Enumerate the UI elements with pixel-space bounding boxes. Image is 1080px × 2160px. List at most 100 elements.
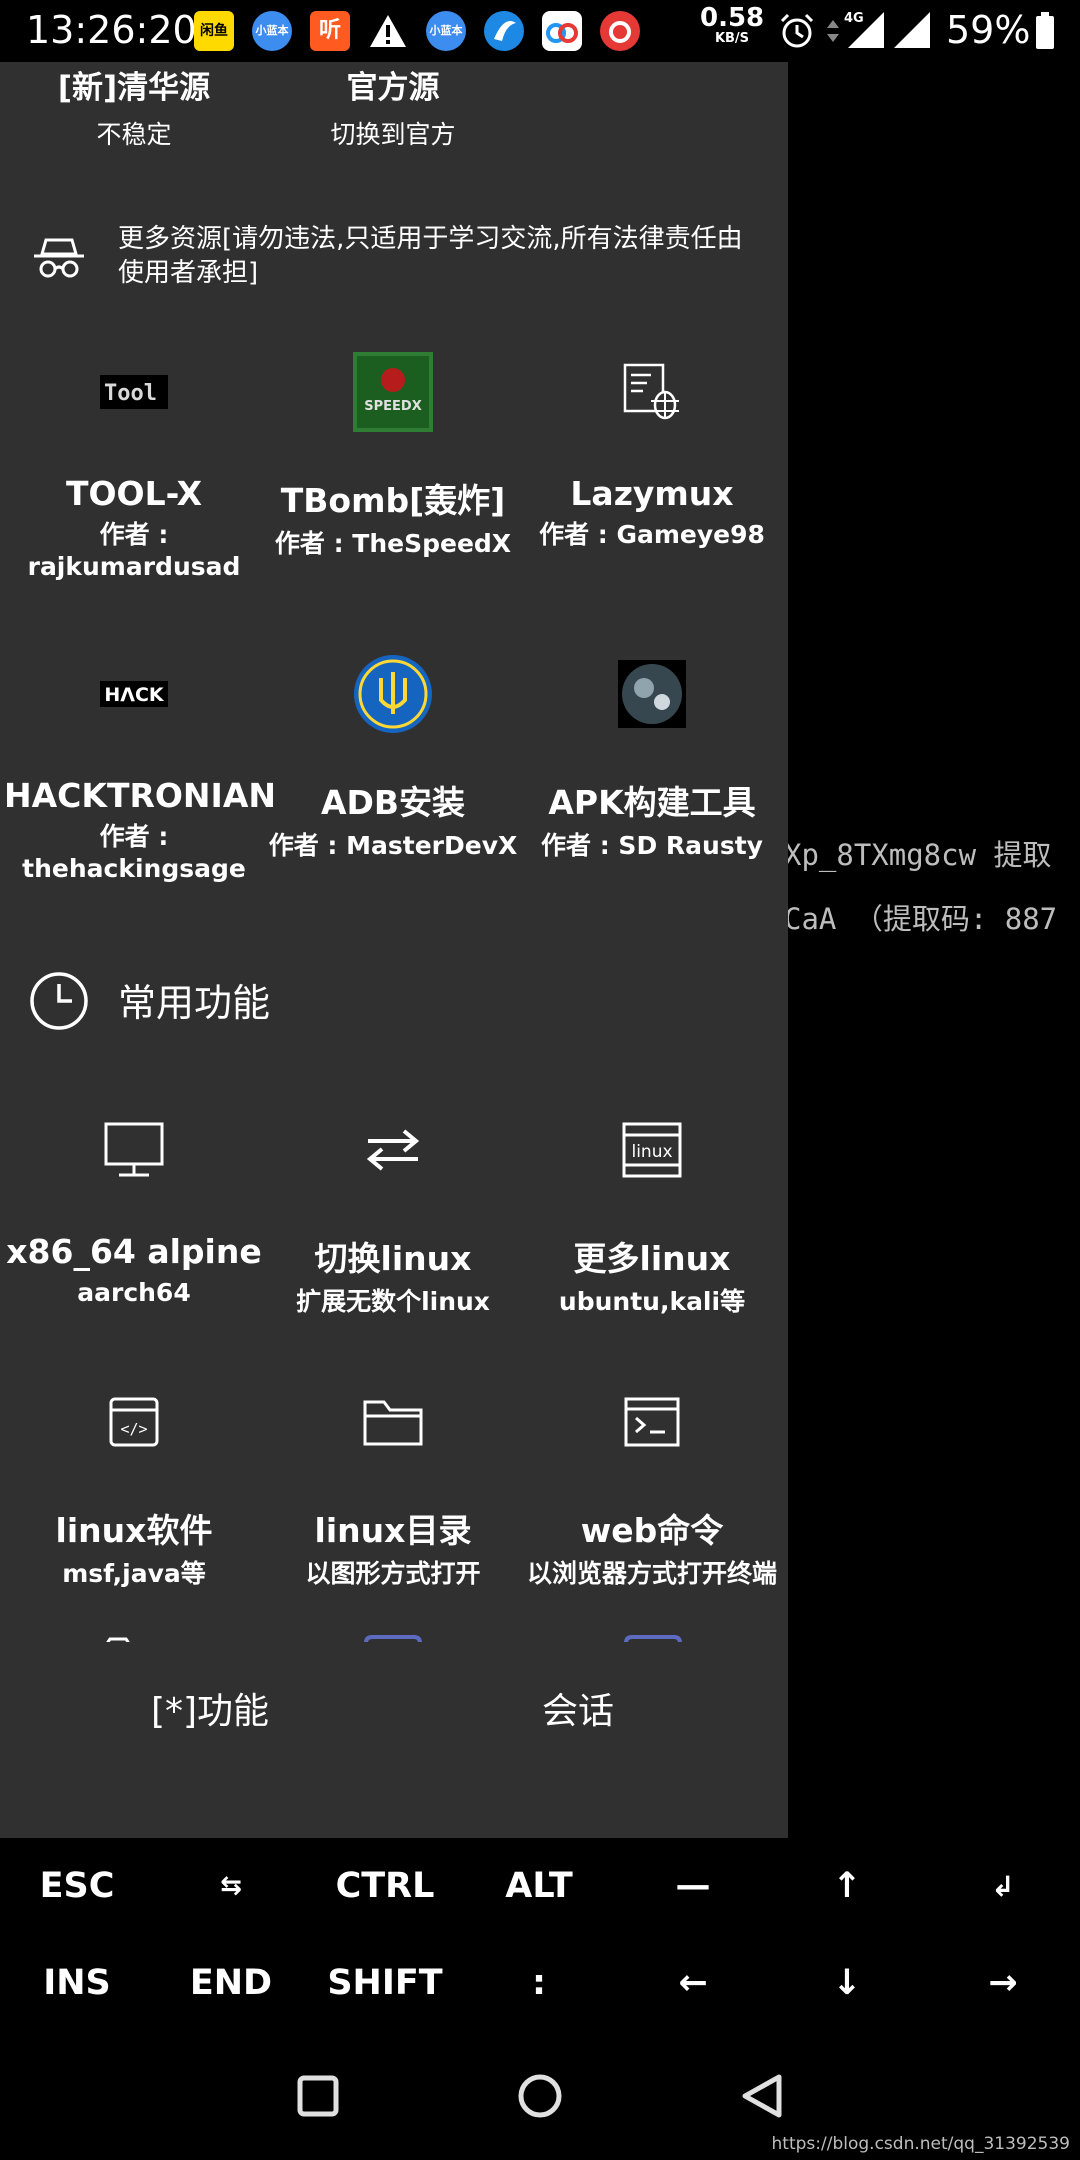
tool-title: TOOL-X: [65, 474, 203, 513]
network-speed-value: 0.58: [700, 3, 765, 33]
tool-title: TBomb[轰炸]: [280, 481, 506, 520]
network-speed: 0.58 KB/S: [700, 4, 764, 46]
feature-title: 更多linux: [573, 1239, 731, 1278]
tool-title: Lazymux: [570, 474, 734, 513]
more-resources-header: 更多资源[请勿违法,只适用于学习交流,所有法律责任由使用者承担]: [0, 222, 788, 302]
extra-keys-bar: ESC ⇆ CTRL ALT — ↑ ↲ INS END SHIFT : ← ↓…: [0, 1838, 1080, 2032]
terminal-line-1: Xp_8TXmg8cw 提取: [784, 838, 1052, 872]
feature-subtitle: 以浏览器方式打开终端: [526, 1559, 777, 1588]
tool-x-item[interactable]: Tool TOOL-X 作者 : rajkumardusad: [4, 344, 264, 583]
source-subtitle: 不稳定: [96, 120, 172, 149]
monitor-icon: [4, 1102, 264, 1198]
linux-badge-icon: linux: [522, 1102, 782, 1198]
feature-title: 切换linux: [314, 1239, 472, 1278]
svg-text:HΛCK: HΛCK: [104, 684, 165, 706]
more-linux-item[interactable]: linux 更多linux ubuntu,kali等: [522, 1102, 782, 1318]
key-left[interactable]: ←: [616, 1935, 770, 2032]
cell-signal-icon: 4G: [842, 8, 886, 54]
netease-music-app-icon: [600, 11, 640, 51]
drawer-scroll-area[interactable]: [新]清华源 不稳定 官方源 切换到官方 更多资源[请勿违法,只适用于学习交流,…: [0, 62, 788, 1642]
tool-title: APK构建工具: [548, 783, 756, 822]
xianyu-app-icon: 闲鱼: [194, 11, 234, 51]
source-title: 官方源: [346, 70, 440, 106]
source-title: [新]清华源: [57, 70, 211, 106]
feature-subtitle: msf,java等: [62, 1559, 206, 1588]
switch-linux-item[interactable]: 切换linux 扩展无数个linux: [263, 1102, 523, 1318]
feature-subtitle: aarch64: [77, 1278, 191, 1307]
svg-text:SPEEDX: SPEEDX: [364, 399, 421, 414]
clock-icon: [28, 970, 90, 1036]
app-icon: [364, 1635, 422, 1642]
adb-install-item[interactable]: ADB安装 作者 : MasterDevX: [263, 646, 523, 862]
key-ctrl[interactable]: CTRL: [308, 1838, 462, 1935]
folder-icon: [263, 1374, 523, 1470]
x86-alpine-item[interactable]: x86_64 alpine aarch64: [4, 1102, 264, 1309]
recents-button[interactable]: [276, 2054, 360, 2138]
tool-author: 作者 : thehackingsage: [22, 822, 246, 883]
linux-directory-item[interactable]: linux目录 以图形方式打开: [263, 1374, 523, 1590]
feature-title: linux软件: [55, 1511, 213, 1550]
feature-title: x86_64 alpine: [6, 1232, 262, 1271]
key-enter[interactable]: ↲: [926, 1838, 1080, 1935]
key-dash[interactable]: —: [616, 1838, 770, 1935]
globe-image-icon: [522, 646, 782, 742]
tool-title: HACKTRONIAN: [4, 776, 276, 815]
svg-text:linux: linux: [631, 1142, 672, 1162]
key-alt[interactable]: ALT: [462, 1838, 616, 1935]
tbomb-item[interactable]: SPEEDX TBomb[轰炸] 作者 : TheSpeedX: [263, 344, 523, 560]
feature-subtitle: ubuntu,kali等: [558, 1287, 746, 1316]
home-button[interactable]: [498, 2054, 582, 2138]
hacktronian-item[interactable]: HΛCK HACKTRONIAN 作者 : thehackingsage: [4, 646, 276, 885]
system-nav-bar: https://blog.csdn.net/qq_31392539: [0, 2032, 1080, 2160]
svg-text:Tool: Tool: [104, 381, 157, 406]
app-icon: [624, 1635, 682, 1642]
drawer-footer: [*]功能 会话: [0, 1652, 788, 1772]
key-right[interactable]: →: [926, 1935, 1080, 2032]
key-shift[interactable]: SHIFT: [308, 1935, 462, 2032]
common-functions-header: 常用功能: [0, 962, 788, 1042]
tool-title: ADB安装: [320, 783, 466, 822]
bug-script-icon: [522, 344, 782, 440]
navigation-drawer: [新]清华源 不稳定 官方源 切换到官方 更多资源[请勿违法,只适用于学习交流,…: [0, 62, 788, 1838]
status-bar: 13:26:20 闲鱼 小蓝本 听 小蓝本 0.58 KB/S 4G 59%: [0, 0, 1080, 62]
battery-percent: 59%: [946, 8, 1031, 52]
linux-software-item[interactable]: </> linux软件 msf,java等: [4, 1374, 264, 1590]
data-arrows-icon: [826, 10, 840, 54]
tool-author: 作者 : SD Rausty: [541, 831, 763, 860]
official-source-item[interactable]: 官方源 切换到官方: [263, 62, 523, 151]
tsinghua-source-item[interactable]: [新]清华源 不稳定: [4, 62, 264, 151]
session-button[interactable]: 会话: [468, 1652, 688, 1772]
feature-subtitle: 扩展无数个linux: [296, 1287, 490, 1316]
network-type: 4G: [844, 11, 864, 26]
key-colon[interactable]: :: [462, 1935, 616, 2032]
cell-signal-2-icon: [892, 8, 932, 54]
folder-icon: [104, 1635, 162, 1642]
key-down[interactable]: ↓: [770, 1935, 924, 2032]
key-up[interactable]: ↑: [770, 1838, 924, 1935]
tool-author: 作者 : MasterDevX: [268, 831, 518, 860]
apk-builder-item[interactable]: APK构建工具 作者 : SD Rausty: [522, 646, 782, 862]
speedx-logo: SPEEDX: [263, 344, 523, 440]
code-window-icon: </>: [4, 1374, 264, 1470]
alarm-icon: [778, 12, 816, 54]
back-button[interactable]: [720, 2054, 804, 2138]
key-ins[interactable]: INS: [0, 1935, 154, 2032]
lazymux-item[interactable]: Lazymux 作者 : Gameye98: [522, 344, 782, 551]
feature-title: web命令: [580, 1511, 724, 1550]
key-tab[interactable]: ⇆: [154, 1838, 308, 1935]
features-button[interactable]: [*]功能: [100, 1652, 320, 1772]
trident-emblem-icon: [263, 646, 523, 742]
feature-subtitle: 以图形方式打开: [305, 1559, 481, 1588]
watermark-text: https://blog.csdn.net/qq_31392539: [771, 2134, 1070, 2154]
key-end[interactable]: END: [154, 1935, 308, 2032]
web-command-item[interactable]: web命令 以浏览器方式打开终端: [522, 1374, 782, 1590]
swap-arrows-icon: [263, 1102, 523, 1198]
network-speed-unit: KB/S: [714, 31, 750, 46]
svg-text:</>: </>: [120, 1420, 147, 1438]
key-esc[interactable]: ESC: [0, 1838, 154, 1935]
hack-logo: HΛCK: [4, 646, 264, 742]
tool-author: 作者 : rajkumardusad: [27, 520, 241, 581]
tool-author: 作者 : TheSpeedX: [274, 529, 512, 558]
terminal-window-icon: [522, 1374, 782, 1470]
battery-icon: [1034, 12, 1056, 54]
